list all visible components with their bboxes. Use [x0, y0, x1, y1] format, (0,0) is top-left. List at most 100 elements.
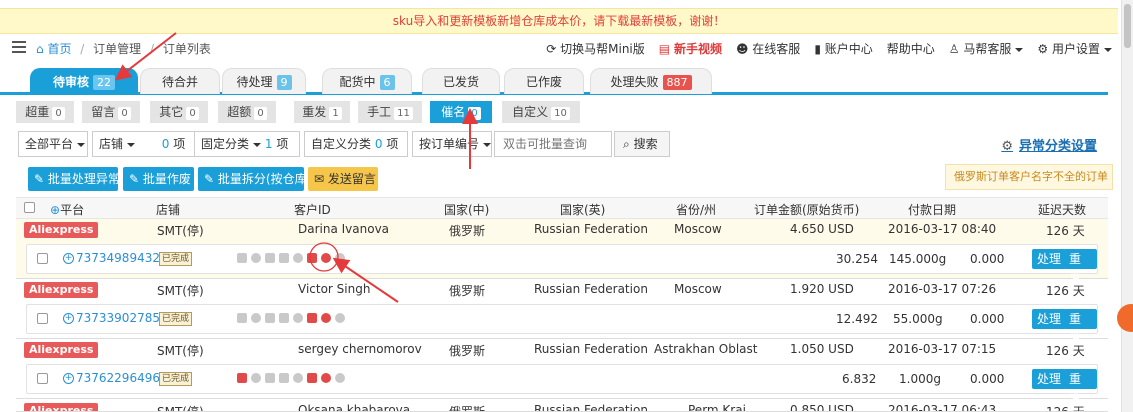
subtab-resend[interactable]: 重发 1	[294, 101, 350, 123]
switch-mini-link[interactable]: ⟳ 切换马帮Mini版	[546, 40, 645, 57]
order-row: Aliexpress SMT(停) Victor Singh 俄罗斯 Russi…	[16, 279, 1108, 346]
delay-cell: 126 天	[1046, 344, 1085, 358]
new-user-video-link[interactable]: ▤ 新手视频	[659, 40, 722, 57]
lock-flag-icon[interactable]	[279, 253, 289, 263]
fixed-category-select[interactable]: 固定分类 1 项	[194, 131, 300, 157]
mabang-service-link[interactable]: ♙ 马帮客服	[949, 40, 1024, 57]
breadcrumb: ⌂ 首页 / 订单管理 / 订单列表	[36, 42, 211, 56]
process-button[interactable]: 处理	[1032, 369, 1067, 389]
shop-select[interactable]: 店铺 0 项	[92, 131, 210, 157]
hand-flag-icon[interactable]	[265, 373, 275, 383]
message-icon: ✉	[314, 172, 325, 186]
customer-cell: Victor Singh	[298, 282, 371, 296]
info-flag-icon[interactable]	[335, 313, 345, 323]
refresh-flag-icon[interactable]	[293, 373, 303, 383]
tab-pending-review[interactable]: 待审核 22	[30, 68, 138, 94]
row-checkbox[interactable]	[37, 373, 48, 384]
info-flag-icon[interactable]	[335, 253, 345, 263]
edit-icon: ✎	[129, 172, 140, 186]
platform-tag: Aliexpress	[24, 222, 99, 238]
user-exception-icon[interactable]	[321, 373, 331, 383]
tab-picking[interactable]: 配货中 6	[322, 68, 412, 94]
country-cn-cell: 俄罗斯	[449, 224, 486, 238]
subtab-message[interactable]: 留言 0	[82, 101, 140, 123]
lock-flag-icon[interactable]	[279, 373, 289, 383]
box-flag-icon[interactable]	[251, 373, 261, 383]
edit-flag-icon[interactable]	[307, 253, 317, 263]
order-flag-icons	[237, 311, 345, 325]
header-platform[interactable]: ⊕平台	[50, 201, 84, 218]
top-bar: ⌂ 首页 / 订单管理 / 订单列表 ⟳ 切换马帮Mini版 ▤ 新手视频 ☻ …	[0, 36, 1118, 60]
row-checkbox[interactable]	[37, 313, 48, 324]
platform-select[interactable]: 全部平台	[18, 131, 88, 157]
select-all-checkbox[interactable]	[24, 202, 35, 213]
custom-category-select[interactable]: 自定义分类 0 项	[304, 131, 408, 157]
tab-voided[interactable]: 已作废	[504, 68, 584, 94]
order-detail: + 73734989432643 已完成 30.254 145.000g 0.0…	[26, 244, 1098, 286]
subtab-overweight[interactable]: 超重 0	[16, 101, 74, 123]
edit-flag-icon[interactable]	[307, 313, 317, 323]
pay-date-cell: 2016-03-17 08:40	[888, 222, 997, 236]
expand-icon[interactable]: +	[63, 253, 74, 264]
box-flag-icon[interactable]	[251, 313, 261, 323]
gear-icon: ⚙	[1037, 42, 1049, 56]
help-center-link[interactable]: 帮助中心	[887, 40, 935, 57]
breadcrumb-order-list: 订单列表	[162, 42, 211, 56]
header-customer: 客户ID	[294, 203, 331, 217]
floating-help-button[interactable]	[1117, 304, 1133, 332]
order-number-select[interactable]: 按订单编号	[412, 131, 492, 157]
send-message-button[interactable]: ✉ 发送留言	[308, 167, 378, 191]
user-exception-icon[interactable]	[321, 313, 331, 323]
status-tabs: 待审核 22 待合并 待处理 9 配货中 6 已发货 已作废 处理失败 887	[0, 68, 1108, 95]
expand-icon[interactable]: +	[63, 373, 74, 384]
account-center-link[interactable]: ▮ 账户中心	[814, 40, 872, 57]
header-country-cn: 国家(中)	[444, 203, 490, 217]
user-exception-icon[interactable]	[321, 253, 331, 263]
online-service-link[interactable]: ☻ 在线客服	[736, 40, 800, 57]
province-cell: Perm Krai	[688, 403, 746, 412]
batch-void-button[interactable]: ✎ 批量作废	[123, 167, 194, 191]
hand-flag-icon[interactable]	[265, 253, 275, 263]
breadcrumb-order-management[interactable]: 订单管理	[93, 42, 141, 56]
expand-icon[interactable]: +	[63, 313, 74, 324]
province-cell: Moscow	[674, 282, 722, 296]
tab-pending-merge[interactable]: 待合并	[140, 68, 220, 94]
subtab-over-amount[interactable]: 超额 0	[218, 101, 276, 123]
row-checkbox[interactable]	[37, 253, 48, 264]
subtab-name-request[interactable]: 催名 0	[430, 101, 492, 123]
scrollbar[interactable]	[1121, 0, 1133, 412]
resend-button[interactable]: 重发	[1064, 249, 1097, 286]
breadcrumb-home[interactable]: 首页	[47, 42, 71, 56]
lock-flag-icon[interactable]	[279, 313, 289, 323]
batch-exception-button[interactable]: ✎ 批量处理异常	[28, 167, 120, 191]
message-flag-icon[interactable]	[237, 373, 247, 383]
resend-button[interactable]: 重发	[1064, 309, 1097, 346]
search-button[interactable]: ⌕ 搜索	[614, 131, 670, 157]
tab-shipped[interactable]: 已发货	[422, 68, 500, 94]
menu-icon[interactable]	[12, 41, 26, 53]
order-row: Aliexpress SMT(停) Oksana khabarova 俄罗斯 R…	[16, 399, 1108, 412]
message-flag-icon[interactable]	[237, 313, 247, 323]
process-button[interactable]: 处理	[1032, 309, 1067, 329]
subtab-manual[interactable]: 手工 11	[358, 101, 422, 123]
subtab-other[interactable]: 其它 0	[150, 101, 208, 123]
process-button[interactable]: 处理	[1032, 249, 1067, 269]
search-input[interactable]	[494, 131, 612, 157]
hand-flag-icon[interactable]	[265, 313, 275, 323]
edit-flag-icon[interactable]	[307, 373, 317, 383]
message-flag-icon[interactable]	[237, 253, 247, 263]
box-flag-icon[interactable]	[251, 253, 261, 263]
tab-failed[interactable]: 处理失败 887	[590, 68, 712, 94]
anomaly-settings-link[interactable]: ⚙ 异常分类设置	[1001, 135, 1097, 154]
filter-description: 俄罗斯订单客户名字不全的订单	[945, 164, 1113, 190]
status-badge: 已完成	[159, 372, 193, 386]
info-flag-icon[interactable]	[335, 373, 345, 383]
user-settings-link[interactable]: ⚙ 用户设置	[1037, 40, 1112, 57]
refresh-flag-icon[interactable]	[293, 253, 303, 263]
refresh-flag-icon[interactable]	[293, 313, 303, 323]
batch-split-button[interactable]: ✎ 批量拆分(按仓库)	[198, 167, 311, 191]
tab-pending-process[interactable]: 待处理 9	[222, 68, 306, 94]
top-nav: ⟳ 切换马帮Mini版 ▤ 新手视频 ☻ 在线客服 ▮ 账户中心 帮助中心 ♙ …	[546, 40, 1112, 57]
resend-button[interactable]: 重发	[1064, 369, 1097, 406]
subtab-custom[interactable]: 自定义 10	[502, 101, 580, 123]
